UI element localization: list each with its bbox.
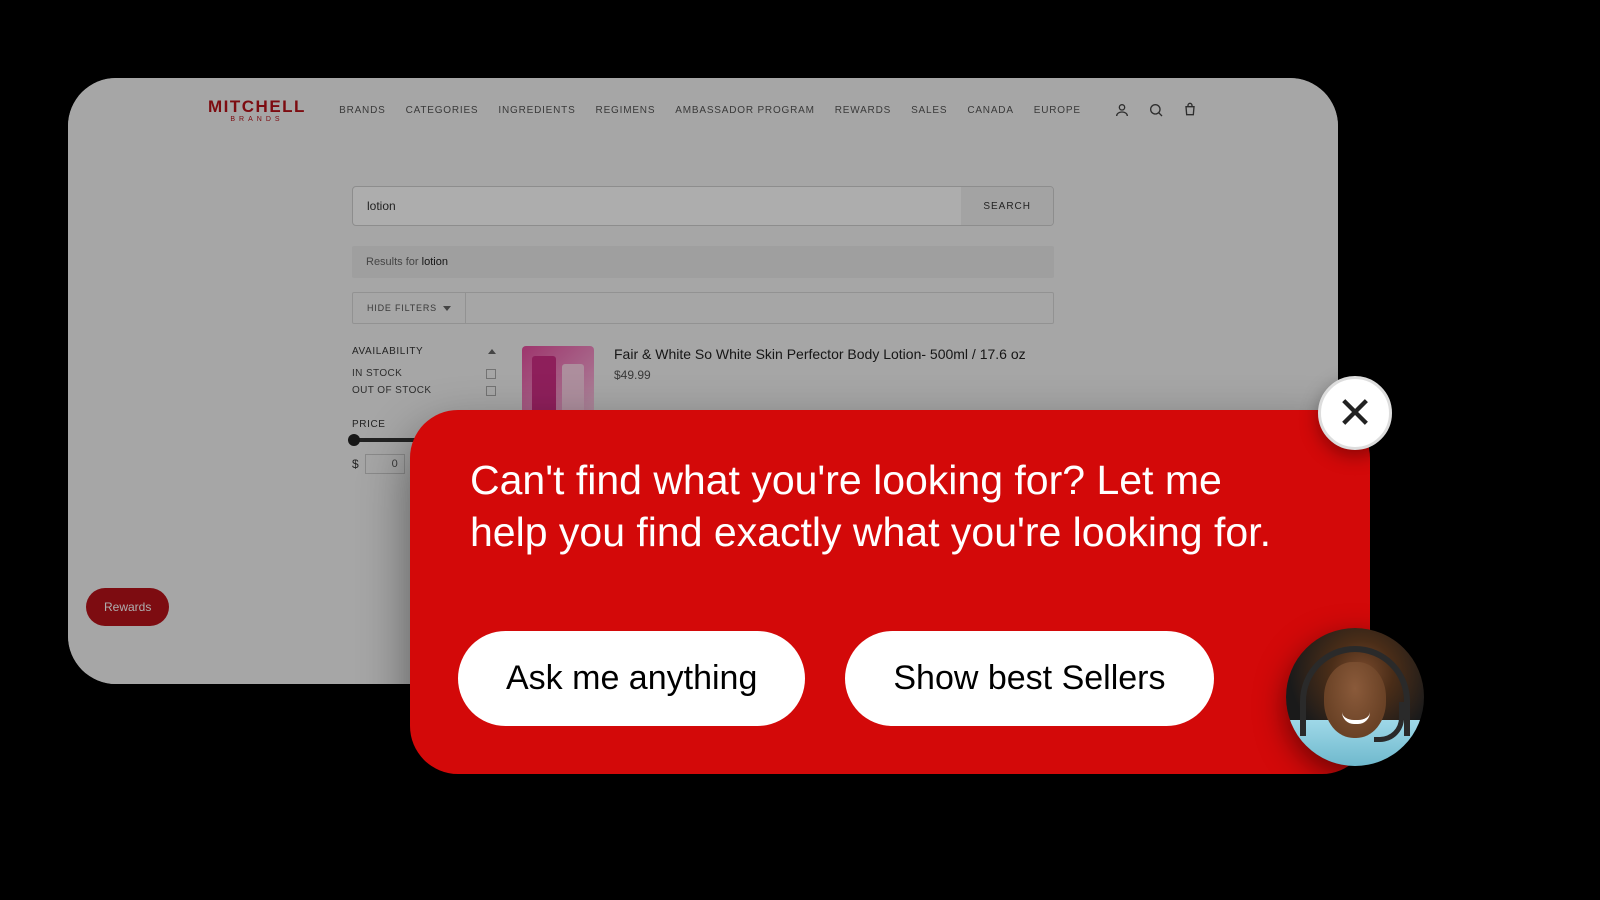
filter-out-of-stock-label: OUT OF STOCK: [352, 385, 431, 396]
nav-canada[interactable]: CANADA: [967, 105, 1013, 116]
filter-in-stock[interactable]: IN STOCK: [352, 365, 496, 382]
results-summary: Results for lotion: [352, 246, 1054, 278]
search-button[interactable]: SEARCH: [961, 187, 1053, 225]
assistant-avatar[interactable]: [1286, 628, 1424, 766]
search-icon[interactable]: [1148, 102, 1164, 118]
price-heading-label: PRICE: [352, 419, 386, 430]
brand-logo[interactable]: MITCHELL BRANDS: [208, 98, 306, 123]
close-icon: ✕: [1337, 388, 1374, 439]
filter-out-of-stock[interactable]: OUT OF STOCK: [352, 382, 496, 399]
search-bar: SEARCH: [352, 186, 1054, 226]
brand-logo-sub: BRANDS: [230, 116, 283, 123]
slider-thumb-icon[interactable]: [348, 434, 360, 446]
chevron-up-icon: [488, 349, 496, 354]
brand-logo-main: MITCHELL: [208, 98, 306, 115]
nav-ambassador[interactable]: AMBASSADOR PROGRAM: [675, 105, 814, 116]
rewards-pill[interactable]: Rewards: [86, 588, 169, 626]
price-currency: $: [352, 457, 359, 471]
nav-ingredients[interactable]: INGREDIENTS: [498, 105, 575, 116]
cart-icon[interactable]: [1182, 102, 1198, 118]
nav-sales[interactable]: SALES: [911, 105, 947, 116]
help-popup: Can't find what you're looking for? Let …: [410, 410, 1370, 774]
availability-heading-label: AVAILABILITY: [352, 346, 423, 357]
nav-europe[interactable]: EUROPE: [1034, 105, 1081, 116]
price-min-input[interactable]: 0: [365, 454, 405, 474]
filter-in-stock-label: IN STOCK: [352, 368, 402, 379]
availability-heading[interactable]: AVAILABILITY: [352, 346, 496, 357]
checkbox-icon: [486, 369, 496, 379]
site-header: MITCHELL BRANDS BRANDS CATEGORIES INGRED…: [68, 82, 1338, 138]
chevron-down-icon: [443, 306, 451, 311]
checkbox-icon: [486, 386, 496, 396]
search-input[interactable]: [353, 187, 961, 225]
nav-categories[interactable]: CATEGORIES: [406, 105, 479, 116]
results-term: lotion: [422, 256, 448, 268]
product-title: Fair & White So White Skin Perfector Bod…: [614, 346, 1026, 362]
ask-me-anything-button[interactable]: Ask me anything: [458, 631, 805, 726]
filters-toolbar: HIDE FILTERS: [352, 292, 1054, 324]
nav-brands[interactable]: BRANDS: [339, 105, 385, 116]
popup-message: Can't find what you're looking for? Let …: [470, 454, 1290, 559]
show-best-sellers-button[interactable]: Show best Sellers: [845, 631, 1213, 726]
results-prefix: Results for: [366, 256, 422, 268]
account-icon[interactable]: [1114, 102, 1130, 118]
popup-close-button[interactable]: ✕: [1318, 376, 1392, 450]
hide-filters-label: HIDE FILTERS: [367, 303, 437, 313]
nav-regimens[interactable]: REGIMENS: [596, 105, 656, 116]
hide-filters-toggle[interactable]: HIDE FILTERS: [353, 293, 466, 323]
primary-nav: BRANDS CATEGORIES INGREDIENTS REGIMENS A…: [339, 105, 1081, 116]
nav-rewards[interactable]: REWARDS: [835, 105, 891, 116]
product-price: $49.99: [614, 368, 1026, 382]
